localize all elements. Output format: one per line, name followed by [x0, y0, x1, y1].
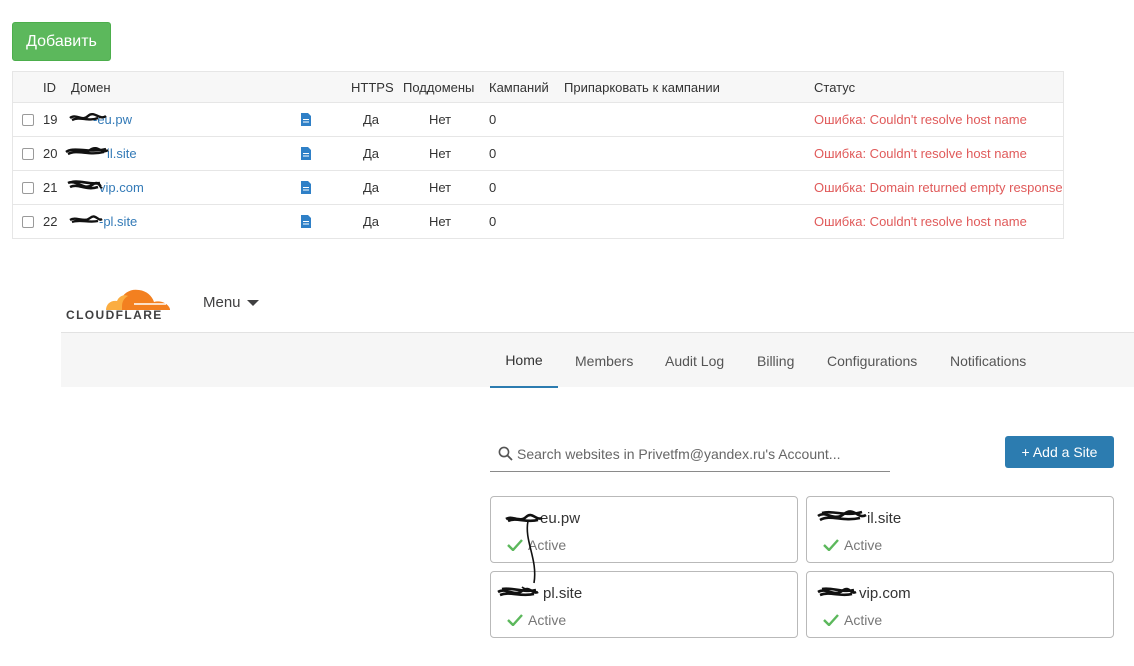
- row-campaigns: 0: [489, 112, 497, 127]
- row-https: Да: [363, 214, 380, 229]
- row-campaigns: 0: [489, 146, 497, 161]
- row-checkbox[interactable]: [22, 181, 34, 194]
- search-icon: [498, 446, 513, 461]
- check-icon: [507, 614, 523, 626]
- site-name: vip.com: [859, 585, 911, 602]
- site-status: Active: [844, 537, 883, 553]
- check-icon: [823, 539, 839, 551]
- menu-dropdown[interactable]: Menu: [203, 294, 259, 311]
- row-status: Ошибка: Couldn't resolve host name: [814, 146, 1027, 161]
- row-id: 20: [43, 146, 58, 161]
- document-icon[interactable]: [301, 181, 311, 194]
- row-status: Ошибка: Couldn't resolve host name: [814, 214, 1027, 229]
- site-card[interactable]: -eu.pw Active: [490, 496, 798, 563]
- site-status: Active: [528, 537, 567, 553]
- site-search: [490, 436, 890, 472]
- site-card[interactable]: pl.site Active: [490, 571, 798, 638]
- table-header: ID Домен HTTPS Поддомены Кампаний Припар…: [13, 71, 1063, 102]
- row-https: Да: [363, 180, 380, 195]
- col-https: HTTPS: [351, 79, 394, 95]
- site-name: il.site: [867, 510, 902, 527]
- row-https: Да: [363, 146, 380, 161]
- add-button[interactable]: Добавить: [12, 22, 111, 61]
- check-icon: [823, 614, 839, 626]
- table-row: 22 -pl.site Да Нет 0 Ошибка: Couldn't re…: [13, 204, 1063, 238]
- check-icon: [507, 539, 523, 551]
- cloudflare-logo-text: CLOUDFLARE: [66, 308, 163, 322]
- tab-home[interactable]: Home: [490, 333, 558, 388]
- col-campaigns: Кампаний: [489, 79, 549, 95]
- col-subdomains: Поддомены: [403, 79, 475, 95]
- menu-label: Menu: [203, 294, 241, 311]
- site-name: pl.site: [543, 585, 583, 602]
- account-nav: Home Members Audit Log Billing Configura…: [61, 332, 1134, 388]
- row-campaigns: 0: [489, 180, 497, 195]
- domain-link[interactable]: -eu.pw: [71, 112, 132, 127]
- domains-table: ID Домен HTTPS Поддомены Кампаний Припар…: [12, 71, 1064, 239]
- document-icon[interactable]: [301, 147, 311, 160]
- table-row: 19 -eu.pw Да Нет 0 Ошибка: Couldn't reso…: [13, 102, 1063, 136]
- site-name: -eu.pw: [535, 510, 581, 527]
- table-row: 21 vip.com Да Нет 0 Ошибка: Domain retur…: [13, 170, 1063, 204]
- tab-billing[interactable]: Billing: [757, 333, 794, 388]
- row-id: 22: [43, 214, 58, 229]
- domain-link[interactable]: -pl.site: [71, 214, 137, 229]
- domain-link[interactable]: vip.com: [71, 180, 144, 195]
- col-status: Статус: [814, 79, 856, 95]
- col-park: Припарковать к кампании: [564, 79, 720, 95]
- document-icon[interactable]: [301, 215, 311, 228]
- row-id: 19: [43, 112, 58, 127]
- row-checkbox[interactable]: [22, 147, 34, 160]
- row-subdomains: Нет: [429, 112, 452, 127]
- search-input[interactable]: [517, 445, 877, 462]
- tab-configurations[interactable]: Configurations: [827, 333, 917, 388]
- col-id: ID: [43, 79, 56, 95]
- row-checkbox[interactable]: [22, 113, 34, 126]
- tab-members[interactable]: Members: [575, 333, 633, 388]
- row-checkbox[interactable]: [22, 215, 34, 228]
- site-card[interactable]: il.site Active: [806, 496, 1114, 563]
- caret-down-icon: [246, 299, 259, 306]
- document-icon[interactable]: [301, 113, 311, 126]
- row-status: Ошибка: Couldn't resolve host name: [814, 112, 1027, 127]
- site-status: Active: [844, 612, 883, 628]
- row-subdomains: Нет: [429, 146, 452, 161]
- site-status: Active: [528, 612, 567, 628]
- site-card[interactable]: vip.com Active: [806, 571, 1114, 638]
- row-https: Да: [363, 112, 380, 127]
- row-id: 21: [43, 180, 58, 195]
- tab-audit-log[interactable]: Audit Log: [665, 333, 724, 388]
- domain-link[interactable]: il.site: [71, 146, 137, 161]
- col-domain: Домен: [71, 79, 111, 95]
- row-status: Ошибка: Domain returned empty response: [814, 180, 1063, 195]
- table-row: 20 il.site Да Нет 0 Ошибка: Couldn't res…: [13, 136, 1063, 170]
- row-subdomains: Нет: [429, 214, 452, 229]
- tab-notifications[interactable]: Notifications: [950, 333, 1026, 388]
- row-campaigns: 0: [489, 214, 497, 229]
- row-subdomains: Нет: [429, 180, 452, 195]
- add-site-button[interactable]: + Add a Site: [1005, 436, 1114, 468]
